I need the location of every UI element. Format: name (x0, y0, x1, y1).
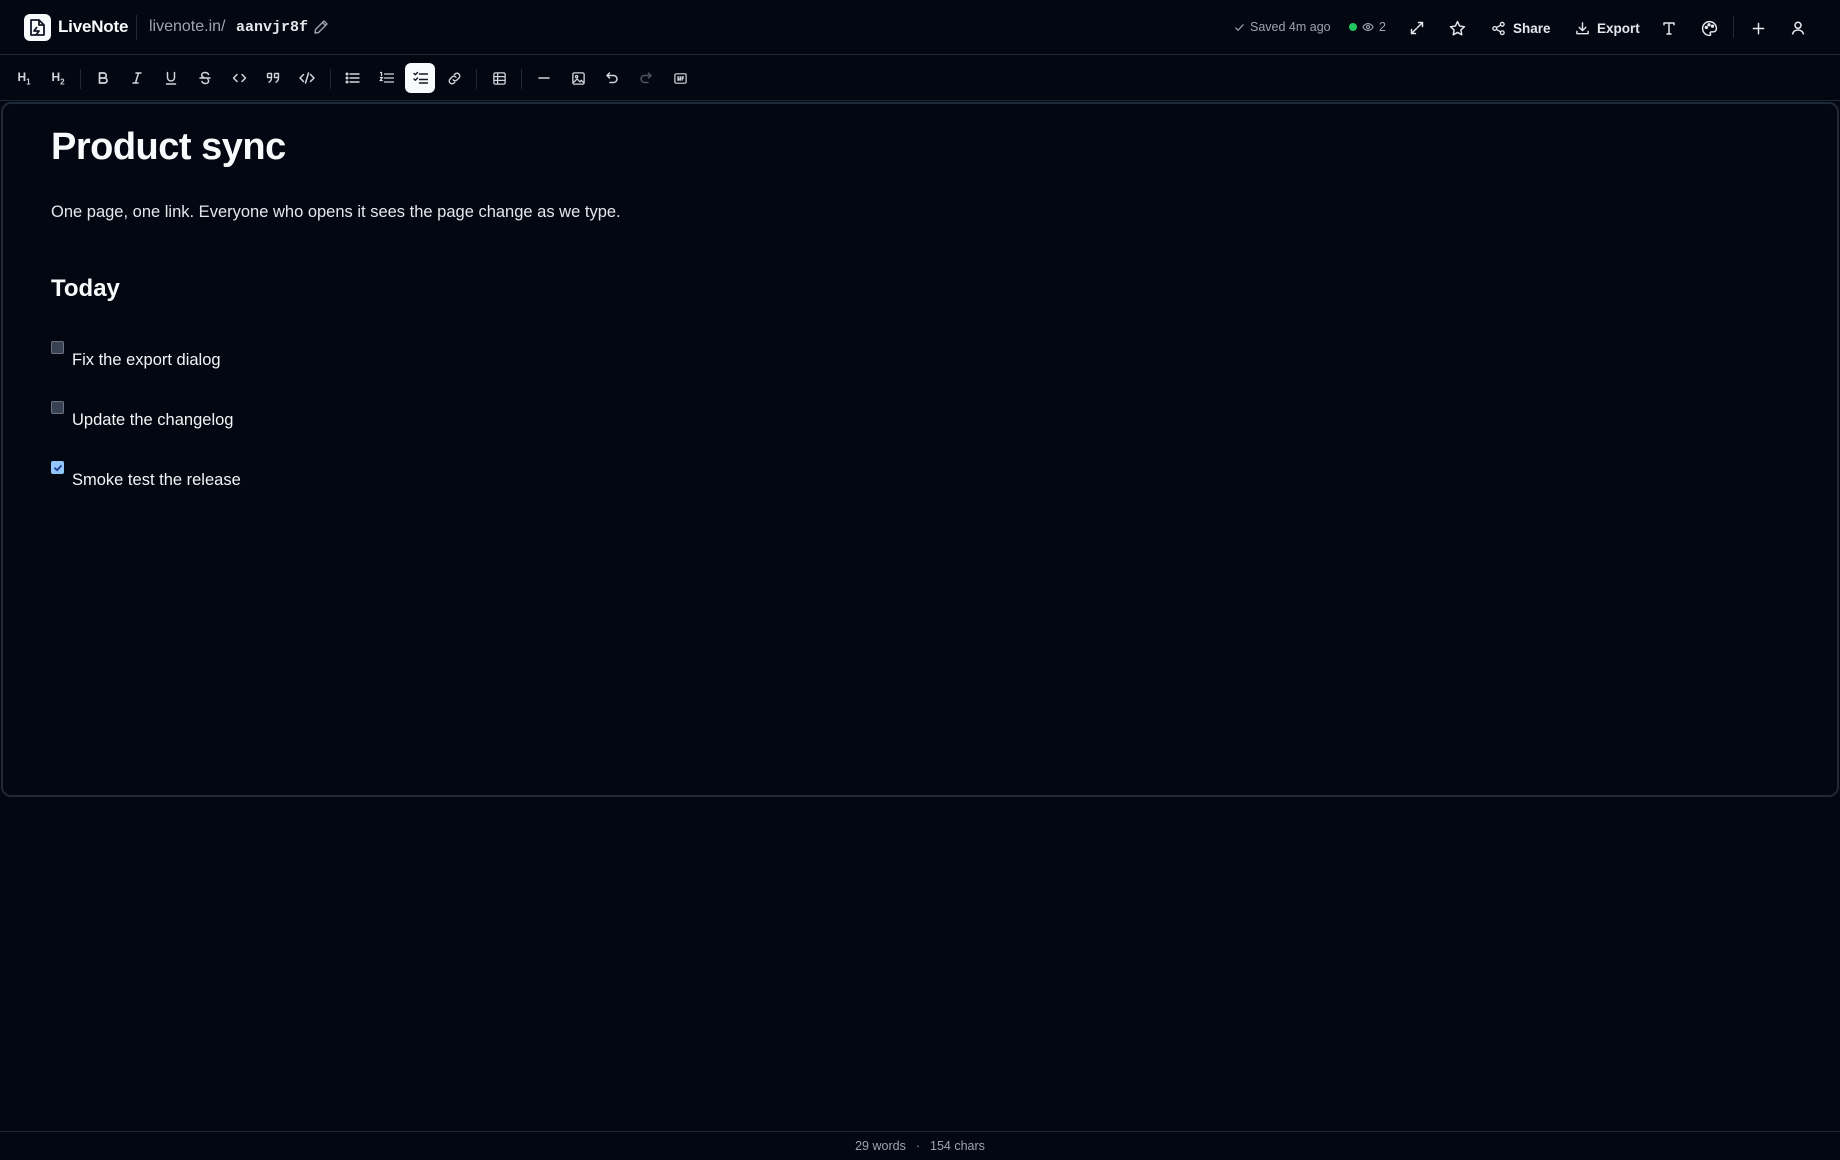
quote-icon (266, 72, 279, 84)
undo-icon (606, 72, 618, 84)
download-icon (1576, 21, 1589, 34)
image-button[interactable] (563, 63, 593, 93)
ordered-list-icon (378, 71, 394, 83)
formatting-toolbar: H1 H2 (0, 56, 1840, 101)
presence-indicator[interactable]: 2 (1349, 20, 1386, 34)
undo-button[interactable] (597, 63, 627, 93)
code-icon (232, 73, 246, 83)
task-label[interactable]: Smoke test the release (72, 471, 241, 490)
toolbar-divider (80, 69, 81, 89)
italic-icon (132, 72, 142, 84)
plus-icon (1752, 22, 1764, 34)
save-status-text: Saved 4m ago (1250, 20, 1331, 34)
task-checkbox[interactable] (51, 341, 64, 354)
share-label: Share (1513, 20, 1551, 36)
link-button[interactable] (439, 63, 469, 93)
task-list-button[interactable] (405, 63, 435, 93)
underline-button[interactable] (156, 63, 186, 93)
footer-separator: · (915, 1139, 920, 1153)
section-heading[interactable]: Today (51, 275, 120, 303)
livenote-logo-icon[interactable] (24, 14, 51, 41)
expand-icon (1410, 21, 1424, 35)
word-count: 29 words (855, 1139, 906, 1153)
ordered-list-button[interactable] (371, 63, 401, 93)
top-bar: LiveNote livenote.in/ aanvjr8f Saved 4m … (0, 0, 1840, 55)
url-prefix: livenote.in/ (149, 18, 226, 35)
share-icon (1492, 21, 1505, 35)
document-editor[interactable]: Product sync One page, one link. Everyon… (1, 102, 1839, 797)
image-icon (571, 71, 585, 85)
font-size-button[interactable] (1655, 14, 1683, 42)
code-block-icon (299, 72, 315, 84)
user-icon (1791, 21, 1805, 35)
gif-button[interactable] (665, 63, 695, 93)
italic-button[interactable] (122, 63, 152, 93)
task-label[interactable]: Update the changelog (72, 411, 233, 430)
account-button[interactable] (1784, 14, 1812, 42)
horizontal-rule-button[interactable] (529, 63, 559, 93)
bold-icon (98, 72, 108, 84)
task-item: Smoke test the release (51, 458, 241, 490)
header-divider (136, 15, 137, 40)
check-icon (1235, 23, 1244, 31)
header-divider-2 (1733, 16, 1734, 38)
heading-1-icon: H1 (17, 69, 31, 87)
bold-button[interactable] (88, 63, 118, 93)
table-icon (492, 71, 506, 85)
app-name[interactable]: LiveNote (58, 17, 128, 37)
task-checkbox-checked[interactable] (51, 461, 64, 474)
text-size-icon (1663, 22, 1675, 35)
horizontal-rule-icon (538, 77, 550, 79)
url-slug[interactable]: aanvjr8f (236, 19, 308, 36)
status-bar: 29 words · 154 chars (0, 1131, 1840, 1160)
fullscreen-button[interactable] (1403, 14, 1431, 42)
task-label[interactable]: Fix the export dialog (72, 351, 221, 370)
heading-1-button[interactable]: H1 (9, 63, 39, 93)
gif-icon (673, 72, 687, 84)
table-button[interactable] (484, 63, 514, 93)
task-item: Fix the export dialog (51, 338, 221, 370)
checklist-icon (412, 71, 428, 84)
toolbar-divider (476, 69, 477, 89)
favorite-button[interactable] (1443, 14, 1471, 42)
theme-button[interactable] (1695, 14, 1723, 42)
redo-button[interactable] (631, 63, 661, 93)
bullet-list-button[interactable] (337, 63, 367, 93)
link-icon (448, 72, 460, 84)
export-button[interactable]: Export (1569, 14, 1646, 42)
heading-2-icon: H2 (51, 69, 65, 87)
eye-icon (1362, 23, 1374, 31)
checkmark-icon (53, 464, 62, 471)
save-status: Saved 4m ago (1234, 20, 1331, 34)
char-count: 154 chars (930, 1139, 985, 1153)
heading-2-button[interactable]: H2 (43, 63, 73, 93)
toolbar-divider (330, 69, 331, 89)
redo-icon (640, 72, 652, 84)
star-icon (1449, 20, 1465, 36)
bullet-list-icon (345, 72, 360, 84)
strikethrough-icon (199, 71, 211, 85)
share-button[interactable]: Share (1485, 14, 1557, 42)
strikethrough-button[interactable] (190, 63, 220, 93)
online-dot (1349, 23, 1357, 31)
document-title[interactable]: Product sync (51, 126, 286, 169)
new-note-button[interactable] (1744, 14, 1772, 42)
inline-code-button[interactable] (224, 63, 254, 93)
underline-icon (165, 71, 177, 85)
palette-icon (1701, 20, 1717, 36)
document-paragraph[interactable]: One page, one link. Everyone who opens i… (51, 203, 621, 222)
export-label: Export (1597, 20, 1640, 36)
viewer-count: 2 (1379, 20, 1386, 34)
task-item: Update the changelog (51, 398, 233, 430)
edit-slug-pencil-icon[interactable] (313, 19, 331, 37)
blockquote-button[interactable] (258, 63, 288, 93)
toolbar-divider (521, 69, 522, 89)
code-block-button[interactable] (292, 63, 322, 93)
task-checkbox[interactable] (51, 401, 64, 414)
